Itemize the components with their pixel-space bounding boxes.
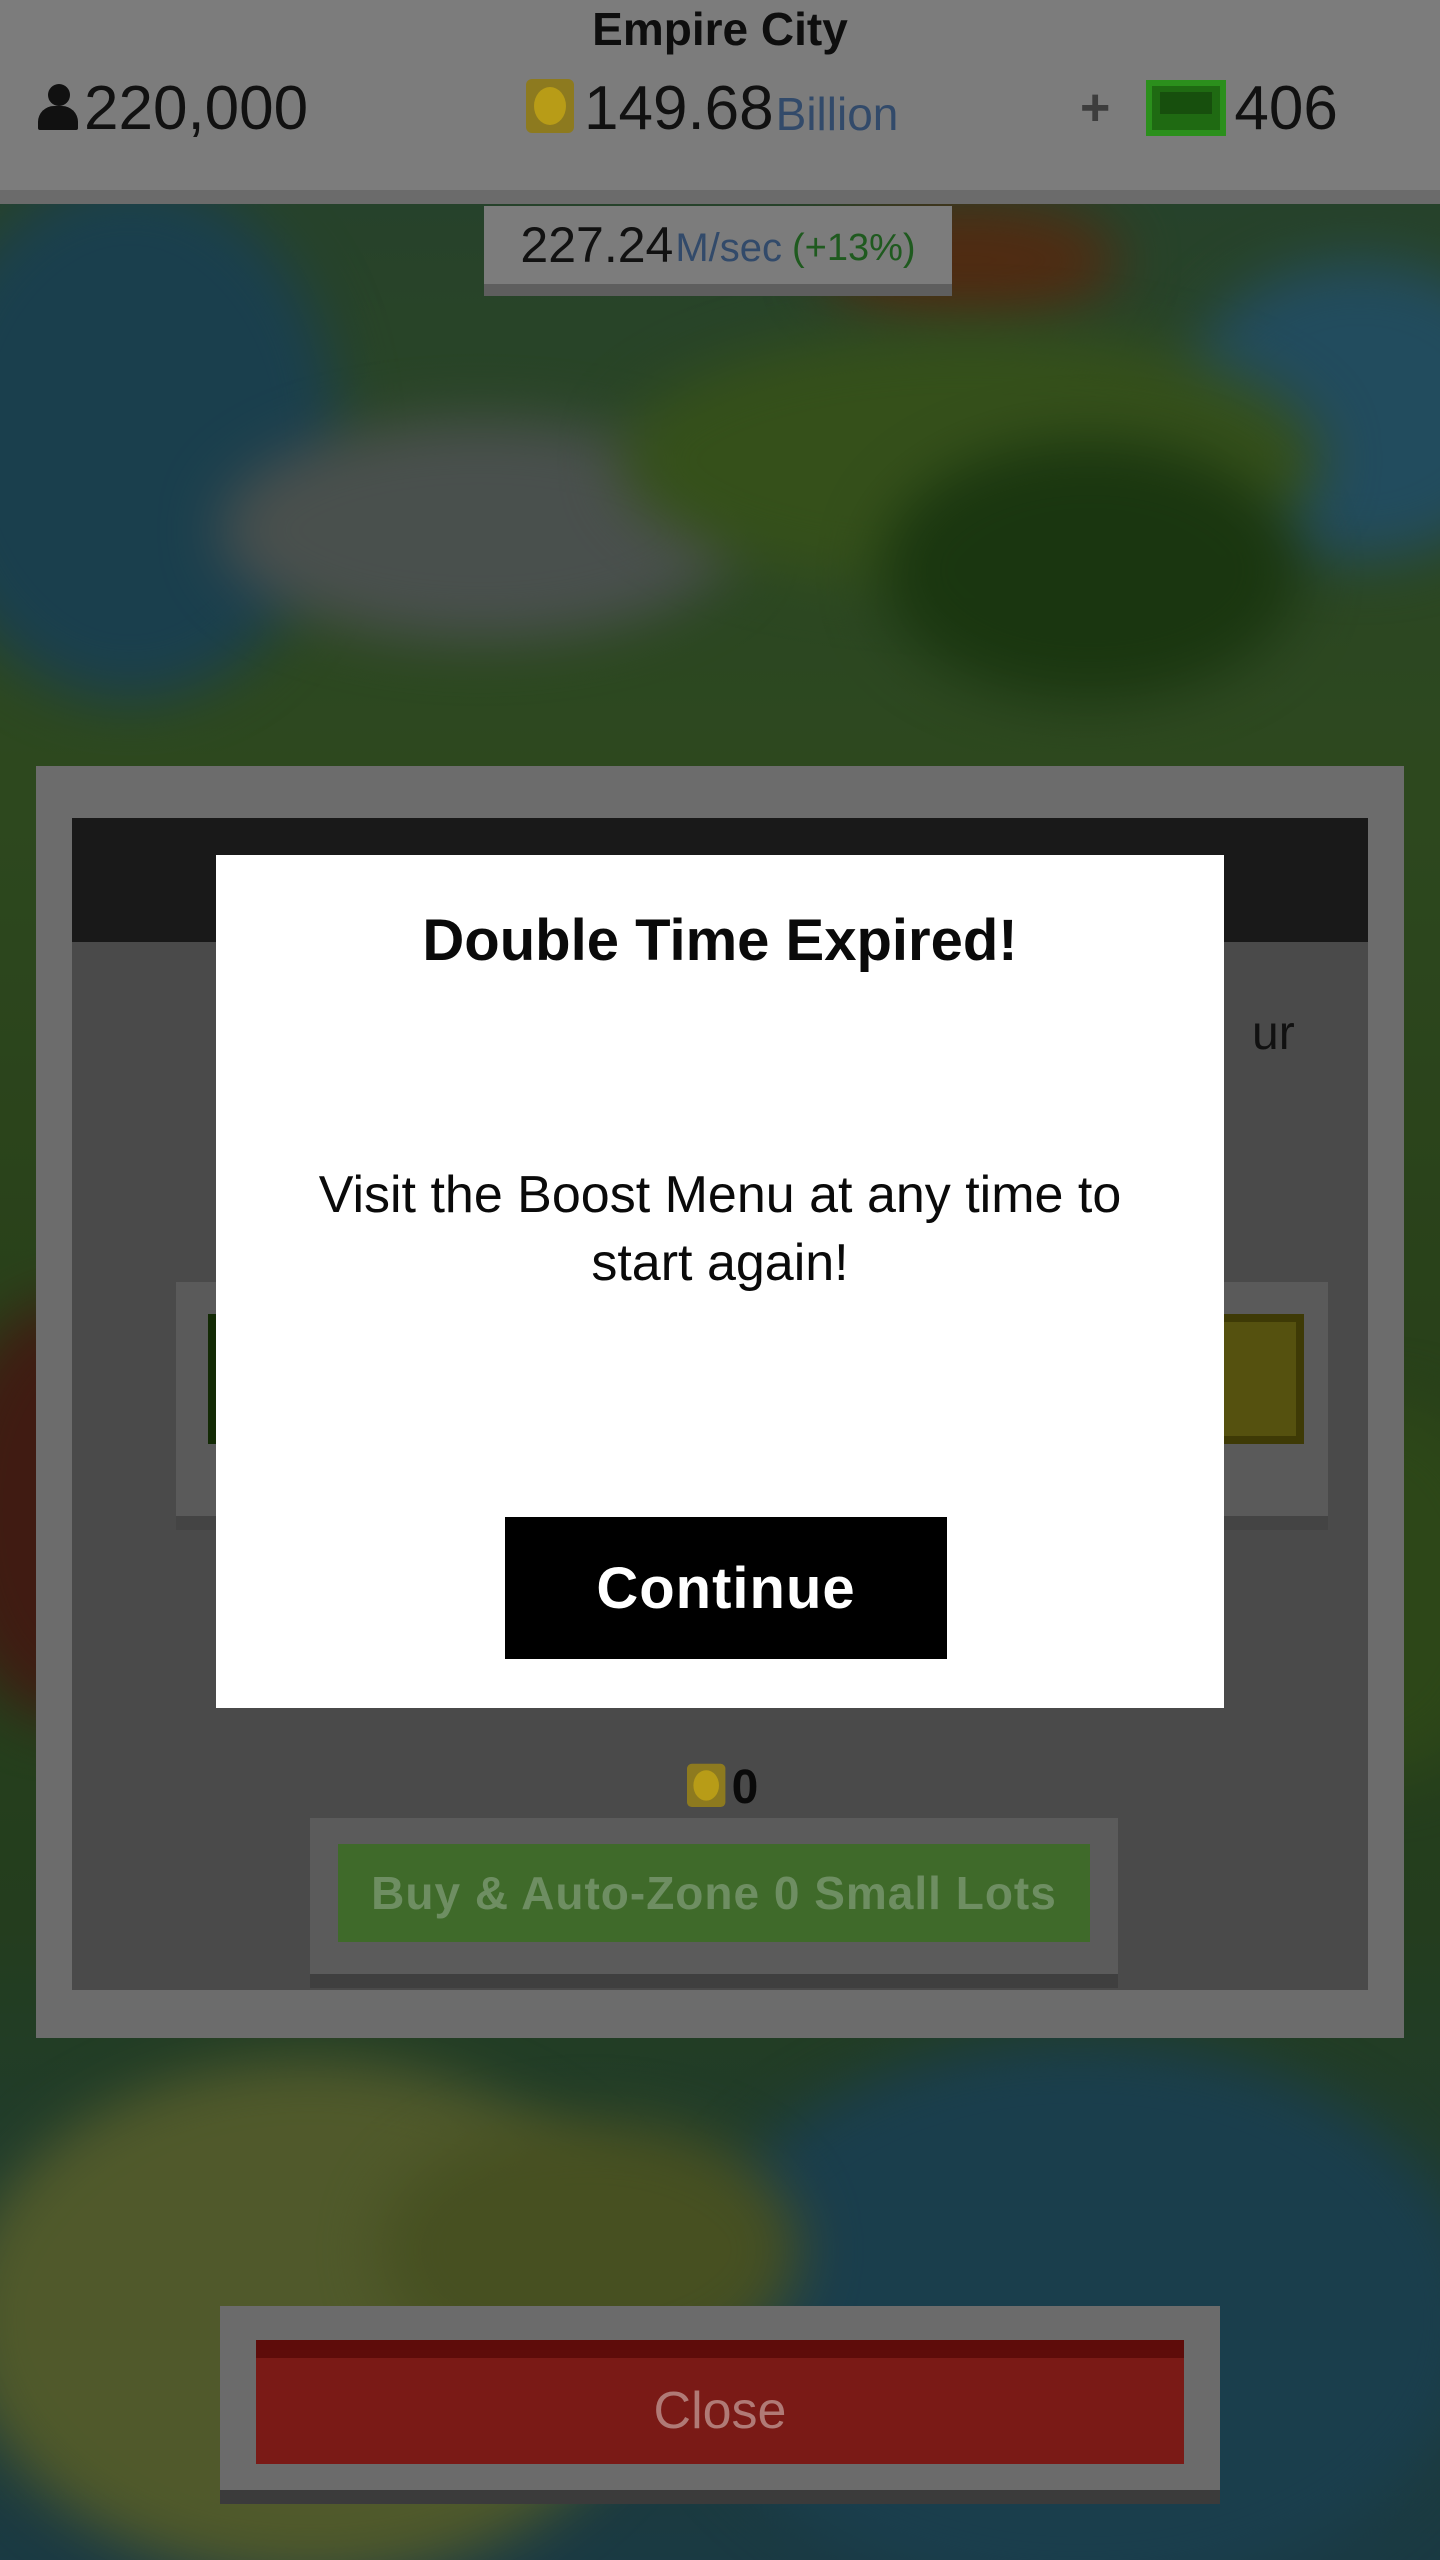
rate-bonus: (+13%) <box>792 226 916 269</box>
coin-icon <box>686 1763 727 1810</box>
buy-gems-plus-icon[interactable]: + <box>1080 78 1110 138</box>
money-value: 149.68 <box>584 73 774 143</box>
close-button-frame: Close <box>220 2306 1220 2504</box>
double-time-expired-dialog: Double Time Expired! Visit the Boost Men… <box>216 855 1224 1708</box>
continue-button[interactable]: Continue <box>505 1517 947 1659</box>
person-icon <box>36 82 80 134</box>
gem-icon <box>1146 80 1227 136</box>
lot-cost-value: 0 <box>731 1760 759 1814</box>
dialog-message: Visit the Boost Menu at any time to star… <box>318 1166 1122 1292</box>
panel-text-right: ur <box>1252 1007 1295 1060</box>
lot-cost: 0 <box>72 1758 1368 1816</box>
close-button[interactable]: Close <box>256 2340 1184 2464</box>
population-counter: 220,000 <box>36 68 308 148</box>
buy-auto-zone-button[interactable]: Buy & Auto-Zone 0 Small Lots <box>338 1844 1090 1942</box>
population-value: 220,000 <box>84 73 309 143</box>
gem-counter[interactable]: + 406 <box>1080 68 1338 148</box>
gem-value: 406 <box>1234 73 1338 143</box>
dialog-title: Double Time Expired! <box>422 908 1018 973</box>
money-unit: Billion <box>775 88 899 140</box>
coin-icon <box>526 79 576 137</box>
income-rate-pill: 227.24 M/sec (+13%) <box>484 206 952 296</box>
buy-button-frame: Buy & Auto-Zone 0 Small Lots <box>310 1818 1118 1988</box>
rate-unit: M/sec <box>675 225 783 270</box>
city-name: Empire City <box>592 3 848 55</box>
money-counter: 149.68 Billion <box>526 68 898 148</box>
top-hud-bar: Empire City 220,000 149.68 Billion + 406 <box>0 0 1440 204</box>
rate-value: 227.24 <box>520 217 674 273</box>
lot-icon-yellow <box>1214 1314 1304 1444</box>
